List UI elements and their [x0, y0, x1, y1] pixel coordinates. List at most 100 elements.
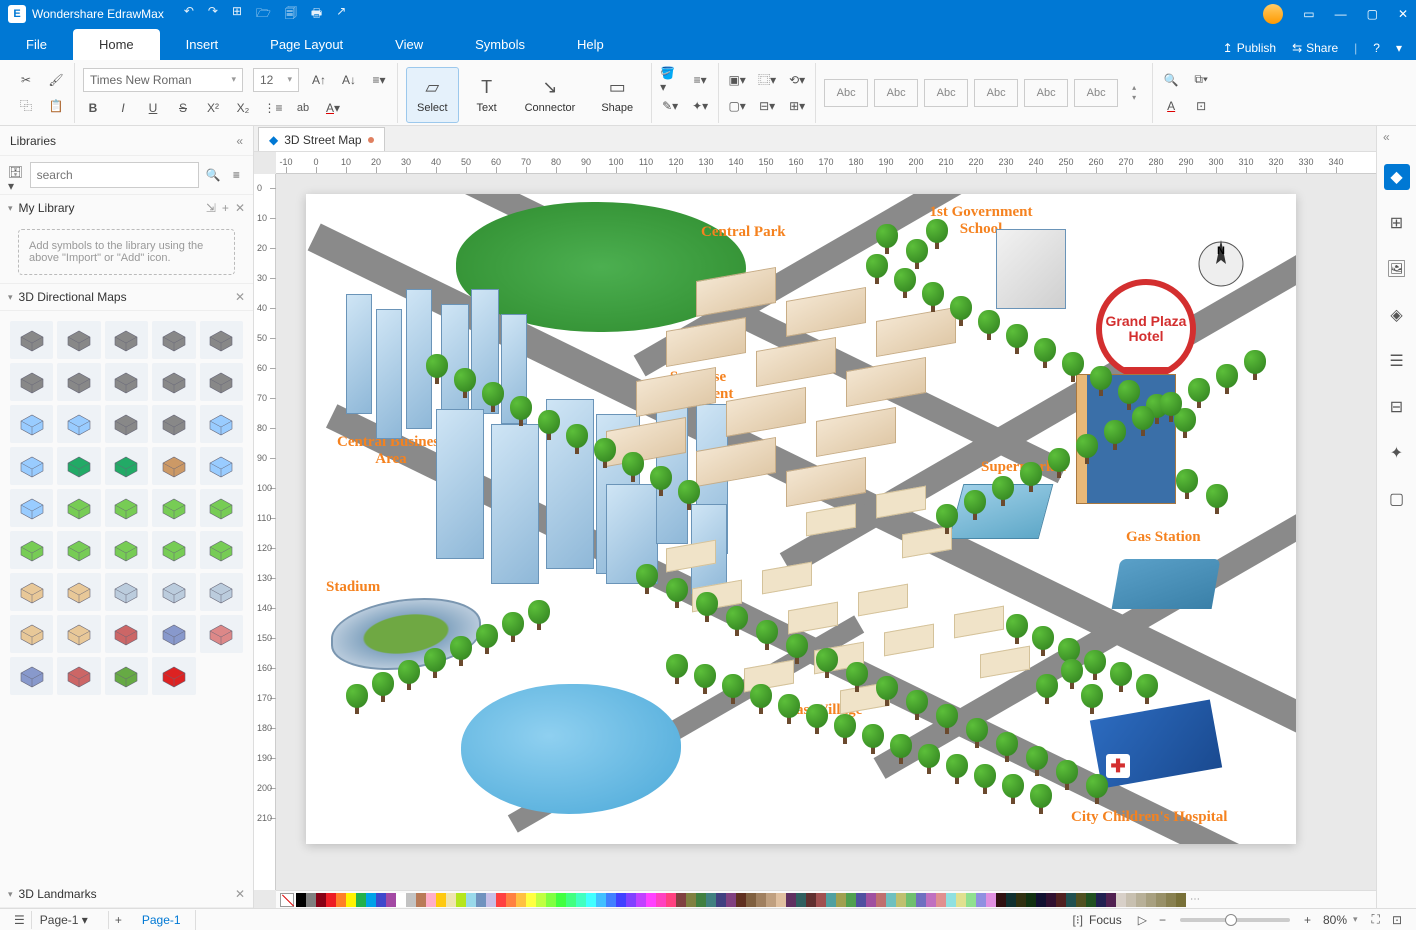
no-color-swatch[interactable] — [280, 893, 294, 907]
more-colors-icon[interactable]: ⋯ — [1190, 894, 1200, 905]
outline-view-icon[interactable]: ☰ — [8, 913, 31, 927]
color-swatch[interactable] — [1146, 893, 1156, 907]
shape-thumb[interactable] — [105, 363, 148, 401]
color-swatch[interactable] — [336, 893, 346, 907]
color-swatch[interactable] — [526, 893, 536, 907]
color-swatch[interactable] — [376, 893, 386, 907]
color-swatch[interactable] — [1086, 893, 1096, 907]
color-swatch[interactable] — [326, 893, 336, 907]
color-swatch[interactable] — [346, 893, 356, 907]
shape-thumb[interactable] — [200, 489, 243, 527]
color-swatch[interactable] — [1136, 893, 1146, 907]
shape-thumb[interactable] — [57, 615, 100, 653]
shape-thumb[interactable] — [105, 657, 148, 695]
library-filter-icon[interactable]: 🗄▾ — [8, 165, 24, 185]
present-icon[interactable]: ▢ — [1384, 486, 1410, 512]
shape-thumb[interactable] — [105, 615, 148, 653]
search-input[interactable] — [30, 162, 199, 188]
color-swatch[interactable] — [986, 893, 996, 907]
shape-thumb[interactable] — [200, 531, 243, 569]
color-swatch[interactable] — [1046, 893, 1056, 907]
color-swatch[interactable] — [676, 893, 686, 907]
shape-thumb[interactable] — [10, 657, 53, 695]
color-swatch[interactable] — [1176, 893, 1186, 907]
increase-font-icon[interactable]: A↑ — [309, 70, 329, 90]
color-swatch[interactable] — [576, 893, 586, 907]
undo-icon[interactable]: ↶ — [184, 4, 194, 25]
color-swatch[interactable] — [806, 893, 816, 907]
page-tab[interactable]: Page-1 — [128, 910, 196, 930]
color-swatch[interactable] — [456, 893, 466, 907]
format-painter-icon[interactable]: 🖌 — [46, 70, 66, 90]
redo-icon[interactable]: ↷ — [208, 4, 218, 25]
color-swatch[interactable] — [1026, 893, 1036, 907]
color-swatch[interactable] — [746, 893, 756, 907]
color-swatch[interactable] — [936, 893, 946, 907]
shape-thumb[interactable] — [200, 447, 243, 485]
color-swatch[interactable] — [646, 893, 656, 907]
shape-thumb[interactable] — [10, 405, 53, 443]
color-swatch[interactable] — [766, 893, 776, 907]
color-swatch[interactable] — [306, 893, 316, 907]
color-swatch[interactable] — [516, 893, 526, 907]
publish-button[interactable]: ↥ Publish — [1223, 41, 1276, 55]
shape-thumb[interactable] — [57, 447, 100, 485]
color-swatch[interactable] — [816, 893, 826, 907]
color-swatch[interactable] — [956, 893, 966, 907]
color-swatch[interactable] — [476, 893, 486, 907]
zoom-in-icon[interactable]: + — [1298, 913, 1317, 927]
color-swatch[interactable] — [846, 893, 856, 907]
bold-icon[interactable]: B — [83, 98, 103, 118]
page[interactable]: Central Park 1st Government School Sun R… — [306, 194, 1296, 844]
shape-thumb[interactable] — [200, 321, 243, 359]
color-swatch[interactable] — [406, 893, 416, 907]
shape-thumb[interactable] — [105, 447, 148, 485]
maximize-icon[interactable]: ▢ — [1367, 7, 1378, 21]
tab-symbols[interactable]: Symbols — [449, 29, 551, 60]
theme-3[interactable]: Abc — [924, 79, 968, 107]
font-color-icon[interactable]: A▾ — [323, 98, 343, 118]
layers-pane-icon[interactable]: ◈ — [1384, 302, 1410, 328]
color-swatch[interactable] — [786, 893, 796, 907]
new-icon[interactable]: ⊞ — [232, 4, 242, 25]
canvas[interactable]: Central Park 1st Government School Sun R… — [276, 174, 1376, 890]
color-swatch[interactable] — [1156, 893, 1166, 907]
color-swatch[interactable] — [1166, 893, 1176, 907]
color-swatch[interactable] — [596, 893, 606, 907]
tab-home[interactable]: Home — [73, 29, 160, 60]
highlight-icon[interactable]: A — [1161, 96, 1181, 116]
shape-thumb[interactable] — [152, 657, 195, 695]
color-swatch[interactable] — [906, 893, 916, 907]
doc-tab[interactable]: ◆ 3D Street Map — [258, 127, 385, 151]
color-swatch[interactable] — [1096, 893, 1106, 907]
shape-thumb[interactable] — [57, 657, 100, 695]
tab-file[interactable]: File — [0, 29, 73, 60]
shape-thumb[interactable] — [10, 615, 53, 653]
clear-format-icon[interactable]: ab — [293, 98, 313, 118]
text-tool[interactable]: TText — [465, 67, 509, 123]
tab-view[interactable]: View — [369, 29, 449, 60]
shape-tool[interactable]: ▭Shape — [591, 67, 643, 123]
ai-pane-icon[interactable]: ✦ — [1384, 440, 1410, 466]
color-swatch[interactable] — [1126, 893, 1136, 907]
grid-pane-icon[interactable]: ⊞ — [1384, 210, 1410, 236]
close-section-icon[interactable]: ✕ — [235, 201, 245, 215]
color-swatch[interactable] — [866, 893, 876, 907]
close-icon[interactable]: ✕ — [1398, 7, 1408, 21]
color-swatch[interactable] — [546, 893, 556, 907]
open-icon[interactable]: 🗁 — [256, 4, 271, 25]
color-swatch[interactable] — [856, 893, 866, 907]
fit-width-icon[interactable]: ⊡ — [1386, 913, 1408, 927]
zoom-out-icon[interactable]: − — [1153, 913, 1172, 927]
3d-directional-section[interactable]: ▾ 3D Directional Maps ✕ — [0, 284, 253, 310]
color-swatch[interactable] — [356, 893, 366, 907]
color-swatch[interactable] — [656, 893, 666, 907]
color-swatch[interactable] — [926, 893, 936, 907]
color-swatch[interactable] — [506, 893, 516, 907]
theme-more-icon[interactable]: ▴▾ — [1124, 83, 1144, 103]
color-swatch[interactable] — [896, 893, 906, 907]
shape-thumb[interactable] — [152, 489, 195, 527]
color-swatch[interactable] — [556, 893, 566, 907]
color-swatch[interactable] — [496, 893, 506, 907]
minimize-icon[interactable]: — — [1335, 7, 1347, 21]
